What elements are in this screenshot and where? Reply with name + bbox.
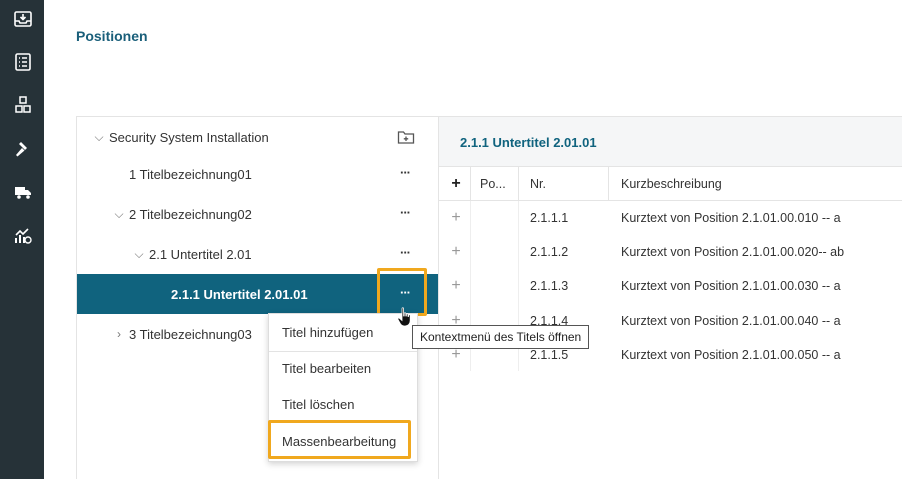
add-icon[interactable]: + (449, 235, 463, 269)
add-folder-icon[interactable] (397, 129, 415, 145)
inbox-download-icon[interactable] (12, 8, 34, 30)
cell-nr: 2.1.1.2 (530, 245, 569, 259)
more-options-icon[interactable]: ··· (397, 205, 413, 220)
menu-item-titel-bearbeiten[interactable]: Titel bearbeiten (269, 351, 419, 387)
chevron-down-icon[interactable]: ⌵ (113, 207, 125, 222)
column-header-po[interactable]: Po... (480, 167, 506, 201)
hammer-icon[interactable] (12, 138, 34, 160)
tree-item-1[interactable]: 1 Titelbezeichnung01 ··· (77, 154, 439, 194)
panel-title: 2.1.1 Untertitel 2.01.01 (460, 135, 597, 150)
table-row[interactable]: + 2.1.1.1 Kurztext von Position 2.1.01.0… (439, 201, 902, 235)
cell-nr: 2.1.1.3 (530, 279, 569, 293)
massenbearbeitung-highlight (268, 420, 411, 459)
cell-kurzbeschreibung: Kurztext von Position 2.1.01.00.040 -- a (621, 314, 841, 328)
tree-item-label: 2.1.1 Untertitel 2.01.01 (171, 286, 308, 302)
checklist-icon[interactable] (12, 51, 34, 73)
table-row[interactable]: + 2.1.1.3 Kurztext von Position 2.1.01.0… (439, 269, 902, 303)
column-divider (518, 167, 519, 201)
page-title: Positionen (76, 28, 148, 44)
tree-item-label: 2 Titelbezeichnung02 (129, 206, 252, 222)
cell-kurzbeschreibung: Kurztext von Position 2.1.01.00.050 -- a (621, 348, 841, 362)
truck-icon[interactable] (12, 181, 34, 203)
tree-item-root[interactable]: ⌵ Security System Installation (77, 117, 439, 157)
cell-kurzbeschreibung: Kurztext von Position 2.1.01.00.020-- ab (621, 245, 845, 259)
add-icon[interactable]: + (449, 269, 463, 303)
tree-item-2[interactable]: ⌵ 2 Titelbezeichnung02 ··· (77, 194, 439, 234)
tree-item-label: 2.1 Untertitel 2.01 (149, 246, 252, 262)
more-options-icon[interactable]: ··· (397, 245, 413, 260)
tree-item-label: Security System Installation (109, 129, 269, 145)
boxes-icon[interactable] (12, 94, 34, 116)
panel-header: 2.1.1 Untertitel 2.01.01 (439, 117, 902, 167)
add-icon[interactable]: + (449, 201, 463, 235)
add-row-icon[interactable]: + (449, 167, 463, 201)
chevron-right-icon[interactable]: › (113, 327, 125, 341)
table-header: + Po... Nr. Kurzbeschreibung (439, 167, 902, 201)
column-header-kurzbeschreibung[interactable]: Kurzbeschreibung (621, 167, 722, 201)
tooltip: Kontextmenü des Titels öffnen (412, 325, 590, 349)
table-row[interactable]: + 2.1.1.2 Kurztext von Position 2.1.01.0… (439, 235, 902, 269)
app-sidebar (0, 0, 44, 479)
hand-cursor-icon (397, 307, 411, 327)
menu-item-titel-loeschen[interactable]: Titel löschen (269, 387, 419, 423)
chevron-down-icon[interactable]: ⌵ (93, 130, 105, 145)
positions-panel: 2.1.1 Untertitel 2.01.01 + Po... Nr. Kur… (438, 116, 902, 479)
cell-nr: 2.1.1.1 (530, 211, 569, 225)
chart-trend-icon[interactable] (12, 225, 34, 247)
column-divider (470, 167, 471, 201)
more-options-icon[interactable]: ··· (397, 165, 413, 180)
tree-item-label: 1 Titelbezeichnung01 (129, 166, 252, 182)
cell-kurzbeschreibung: Kurztext von Position 2.1.01.00.030 -- a (621, 279, 841, 293)
cell-kurzbeschreibung: Kurztext von Position 2.1.01.00.010 -- a (621, 211, 841, 225)
tree-item-label: 3 Titelbezeichnung03 (129, 326, 252, 342)
column-header-nr[interactable]: Nr. (530, 167, 546, 201)
column-divider (608, 167, 609, 201)
chevron-down-icon[interactable]: ⌵ (133, 247, 145, 262)
